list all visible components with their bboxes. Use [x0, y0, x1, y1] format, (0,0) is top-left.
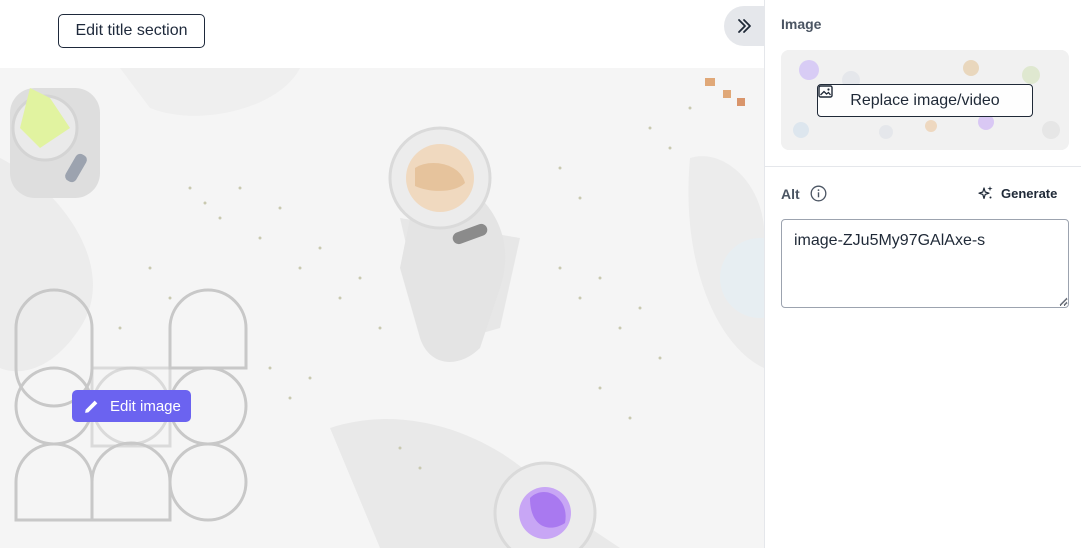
panel-divider — [765, 166, 1081, 167]
replace-image-label: Replace image/video — [850, 91, 1000, 109]
collapse-panel-button[interactable] — [724, 6, 764, 46]
image-thumbnail: Replace image/video — [781, 50, 1069, 150]
edit-image-button[interactable]: Edit image — [72, 390, 191, 422]
image-icon — [818, 85, 833, 98]
hero-image-art — [0, 68, 764, 548]
resize-grip-icon[interactable] — [1059, 297, 1068, 306]
page-canvas: Edit title section Edit image — [0, 0, 764, 548]
image-section-title: Image — [781, 16, 822, 32]
edit-image-label: Edit image — [110, 397, 181, 415]
double-chevron-right-icon — [738, 19, 751, 33]
alt-text-input[interactable]: image-ZJu5My97GAlAxe-s — [781, 219, 1069, 308]
sparkles-icon — [978, 186, 993, 199]
image-settings-panel: Image Replace image/video Alt Generate i… — [764, 0, 1081, 548]
replace-image-button[interactable]: Replace image/video — [817, 84, 1033, 117]
pencil-icon — [85, 400, 98, 413]
generate-label: Generate — [1001, 185, 1058, 201]
info-icon[interactable] — [810, 185, 827, 202]
edit-title-section-button[interactable]: Edit title section — [58, 14, 205, 48]
hero-image[interactable] — [0, 68, 764, 548]
alt-label: Alt — [781, 186, 800, 202]
generate-alt-button[interactable]: Generate — [978, 185, 1057, 201]
